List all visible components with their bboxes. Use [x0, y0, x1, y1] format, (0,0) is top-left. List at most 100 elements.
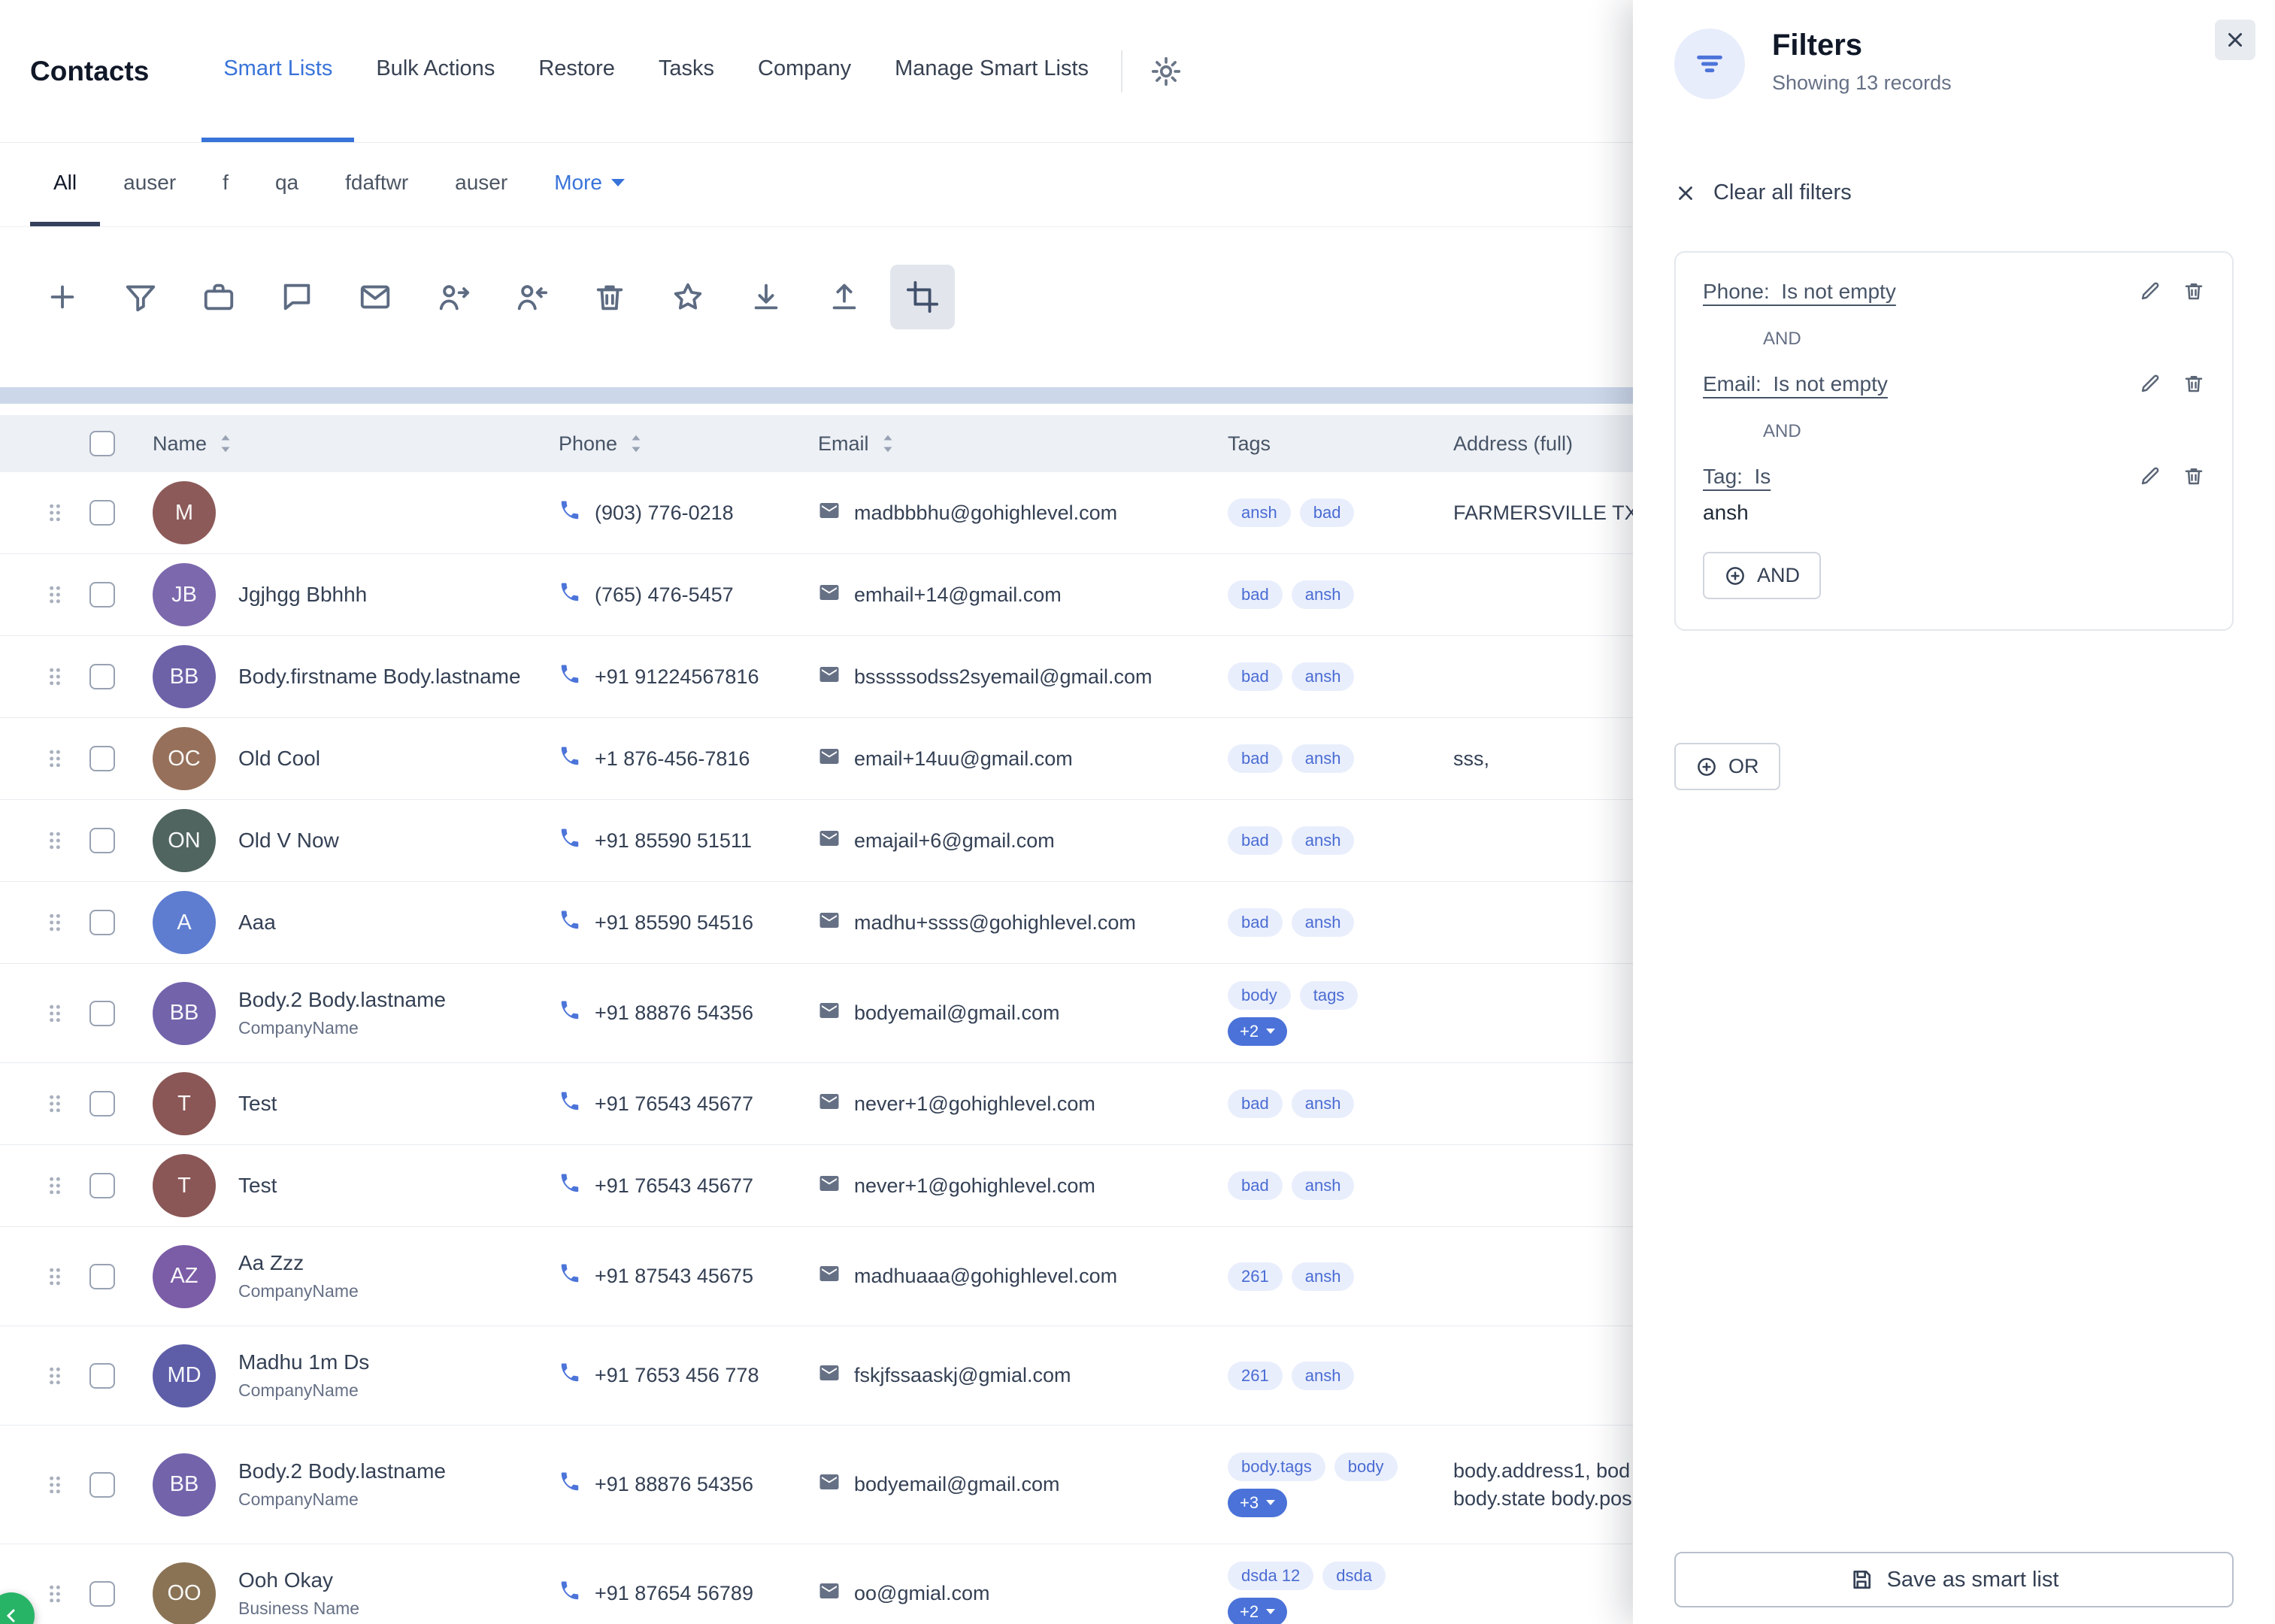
contact-name[interactable]: Body.2 Body.lastname — [238, 1459, 446, 1483]
clear-all-filters-button[interactable]: Clear all filters — [1674, 180, 1852, 205]
row-checkbox[interactable] — [89, 1581, 115, 1607]
nav-tab-smart-lists[interactable]: Smart Lists — [201, 0, 354, 142]
edit-condition-icon[interactable] — [2139, 465, 2161, 491]
tag-chip: ansh — [1228, 498, 1291, 527]
contact-name[interactable]: Body.2 Body.lastname — [238, 988, 446, 1012]
row-checkbox[interactable] — [89, 1001, 115, 1026]
delete-condition-icon[interactable] — [2183, 465, 2205, 491]
nav-tab-company[interactable]: Company — [736, 0, 873, 142]
nav-tab-tasks[interactable]: Tasks — [637, 0, 736, 142]
contact-name[interactable]: Body.firstname Body.lastname — [238, 665, 521, 689]
contact-name[interactable]: Test — [238, 1092, 277, 1116]
more-tags-chip[interactable]: +2 — [1228, 1598, 1287, 1624]
drag-handle-icon[interactable] — [36, 1470, 74, 1500]
smart-list-tab-qa[interactable]: qa — [252, 143, 322, 226]
row-checkbox[interactable] — [89, 1363, 115, 1389]
drag-handle-icon[interactable] — [36, 1361, 74, 1391]
email-icon[interactable] — [343, 265, 407, 329]
column-header-email[interactable]: Email — [795, 432, 1205, 456]
download-icon[interactable] — [734, 265, 798, 329]
add-and-condition-button[interactable]: AND — [1703, 552, 1821, 599]
row-checkbox[interactable] — [89, 1173, 115, 1198]
add-or-group-button[interactable]: OR — [1674, 743, 1780, 790]
filter-icon[interactable] — [108, 265, 173, 329]
email-icon — [818, 663, 841, 691]
drag-handle-icon[interactable] — [36, 1089, 74, 1119]
phone-icon — [559, 1172, 581, 1200]
row-checkbox[interactable] — [89, 828, 115, 853]
column-header-name[interactable]: Name — [130, 432, 536, 456]
delete-condition-icon[interactable] — [2183, 280, 2205, 306]
close-filters-button[interactable] — [2215, 20, 2255, 60]
more-tags-chip[interactable]: +3 — [1228, 1489, 1287, 1517]
sms-icon[interactable] — [265, 265, 329, 329]
drag-handle-icon[interactable] — [36, 1262, 74, 1292]
row-checkbox[interactable] — [89, 910, 115, 935]
smart-list-tabs: Allauserfqafdaftwrauser — [30, 143, 531, 226]
contact-name[interactable]: Jgjhgg Bbhhh — [238, 583, 367, 607]
edit-condition-icon[interactable] — [2139, 372, 2161, 398]
email-value: bsssssodss2syemail@gmail.com — [854, 665, 1153, 689]
contact-name[interactable]: Ooh Okay — [238, 1568, 359, 1592]
save-as-smart-list-button[interactable]: Save as smart list — [1674, 1552, 2234, 1607]
smart-list-tab-auser[interactable]: auser — [100, 143, 199, 226]
row-checkbox[interactable] — [89, 1264, 115, 1289]
smart-list-tab-f[interactable]: f — [199, 143, 252, 226]
edit-condition-icon[interactable] — [2139, 280, 2161, 306]
contact-name[interactable]: Test — [238, 1174, 277, 1198]
contact-name[interactable]: Aa Zzz — [238, 1251, 359, 1275]
frame-icon[interactable] — [890, 265, 955, 329]
email-value: emajail+6@gmail.com — [854, 829, 1055, 853]
contact-name[interactable]: Old Cool — [238, 747, 320, 771]
drag-handle-icon[interactable] — [36, 998, 74, 1029]
drag-handle-icon[interactable] — [36, 498, 74, 528]
drag-handle-icon[interactable] — [36, 580, 74, 610]
tag-chip: bad — [1300, 498, 1355, 527]
row-checkbox[interactable] — [89, 1091, 115, 1116]
filter-condition-label[interactable]: Email: Is not empty — [1703, 372, 1888, 396]
briefcase-icon[interactable] — [186, 265, 251, 329]
phone-value: +91 76543 45677 — [595, 1174, 753, 1198]
smart-list-tab-auser[interactable]: auser — [432, 143, 531, 226]
drag-handle-icon[interactable] — [36, 826, 74, 856]
drag-handle-icon[interactable] — [36, 662, 74, 692]
delete-icon[interactable] — [577, 265, 642, 329]
settings-gear-icon[interactable] — [1142, 47, 1190, 95]
star-icon[interactable] — [656, 265, 720, 329]
plus-circle-icon — [1695, 756, 1718, 778]
smart-list-tab-fdaftwr[interactable]: fdaftwr — [322, 143, 432, 226]
nav-divider — [1121, 50, 1122, 92]
nav-tab-manage-smart-lists[interactable]: Manage Smart Lists — [873, 0, 1110, 142]
row-checkbox[interactable] — [89, 746, 115, 771]
row-checkbox[interactable] — [89, 664, 115, 689]
drag-handle-icon[interactable] — [36, 907, 74, 938]
contact-name[interactable]: Madhu 1m Ds — [238, 1350, 369, 1374]
nav-tab-bulk-actions[interactable]: Bulk Actions — [354, 0, 516, 142]
row-checkbox[interactable] — [89, 1472, 115, 1498]
import-contact-icon[interactable] — [421, 265, 486, 329]
smart-list-tab-all[interactable]: All — [30, 143, 100, 226]
drag-handle-icon[interactable] — [36, 1579, 74, 1609]
delete-condition-icon[interactable] — [2183, 372, 2205, 398]
export-contact-icon[interactable] — [499, 265, 564, 329]
filter-condition-label[interactable]: Phone: Is not empty — [1703, 280, 1896, 304]
tag-chip: bad — [1228, 662, 1283, 691]
upload-icon[interactable] — [812, 265, 877, 329]
tag-chip: ansh — [1292, 1171, 1355, 1200]
add-icon[interactable] — [30, 265, 95, 329]
more-tags-chip[interactable]: +2 — [1228, 1017, 1287, 1046]
phone-icon — [559, 663, 581, 691]
smart-list-more-button[interactable]: More — [531, 143, 648, 226]
row-checkbox[interactable] — [89, 500, 115, 526]
drag-handle-icon[interactable] — [36, 1171, 74, 1201]
contact-name[interactable]: Old V Now — [238, 829, 339, 853]
drag-handle-icon[interactable] — [36, 744, 74, 774]
tag-chip: 261 — [1228, 1362, 1283, 1390]
phone-value: +91 7653 456 778 — [595, 1364, 759, 1387]
nav-tab-restore[interactable]: Restore — [516, 0, 637, 142]
row-checkbox[interactable] — [89, 582, 115, 607]
select-all-checkbox[interactable] — [89, 431, 115, 456]
contact-name[interactable]: Aaa — [238, 910, 276, 935]
column-header-phone[interactable]: Phone — [536, 432, 795, 456]
filter-condition-label[interactable]: Tag: Is — [1703, 465, 1771, 489]
